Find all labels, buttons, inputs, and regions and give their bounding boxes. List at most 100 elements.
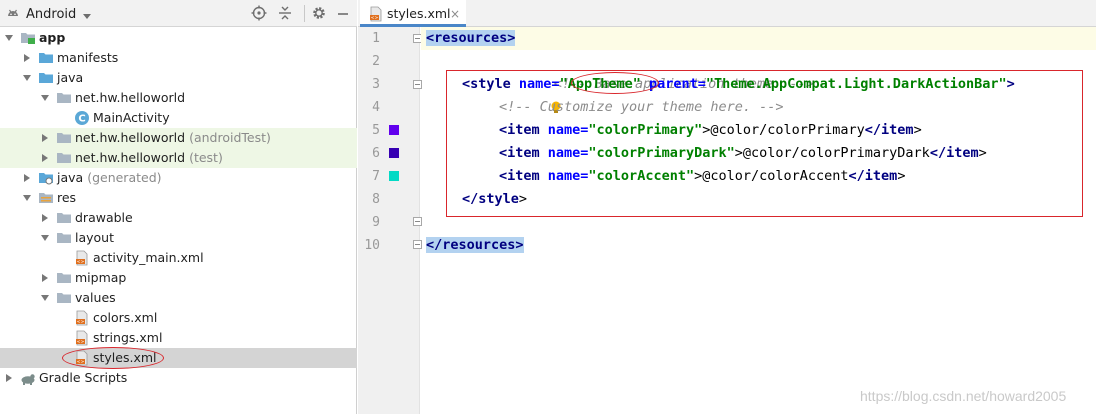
collapse-arrow-icon[interactable] (4, 373, 14, 383)
tree-item-label: res (57, 190, 77, 205)
tree-item-suffix: (androidTest) (189, 130, 271, 145)
color-swatch-accent[interactable] (389, 171, 399, 181)
tree-item-label: activity_main.xml (93, 250, 204, 265)
tree-item-strings-xml[interactable]: <> strings.xml (0, 328, 357, 348)
tab-styles-xml[interactable]: <> styles.xml × (360, 0, 466, 27)
tree-item-manifests[interactable]: manifests (0, 48, 357, 68)
resources-close-tag: </resources> (426, 237, 524, 253)
resources-open-tag: <resources> (426, 30, 516, 46)
collapse-arrow-icon[interactable] (40, 213, 50, 223)
line-number: 5 (372, 123, 380, 138)
expand-arrow-icon[interactable] (40, 93, 50, 103)
tree-item-java[interactable]: java (0, 68, 357, 88)
hide-panel-icon[interactable] (334, 4, 352, 22)
gear-icon[interactable] (310, 4, 328, 22)
color-swatch-primary-dark[interactable] (389, 148, 399, 158)
tree-item-label: mipmap (75, 270, 127, 285)
chevron-down-icon (82, 9, 92, 19)
folder-icon (57, 273, 71, 283)
tree-item-label: values (75, 290, 116, 305)
tree-item-app[interactable]: app (0, 28, 357, 48)
class-icon: C (75, 111, 89, 125)
tree-item-label: net.hw.helloworld (75, 150, 186, 165)
source-folder-icon (39, 73, 53, 83)
line-number: 9 (372, 215, 380, 230)
android-icon (6, 7, 20, 21)
color-swatch-primary[interactable] (389, 125, 399, 135)
line-number: 7 (372, 169, 380, 184)
resource-folder-icon (39, 193, 53, 203)
tree-item-styles-xml[interactable]: <> styles.xml (0, 348, 357, 368)
tree-item-label: strings.xml (93, 330, 163, 345)
tree-item-label: net.hw.helloworld (75, 130, 186, 145)
view-selector[interactable]: Android (6, 5, 92, 23)
line-number: 3 (372, 77, 380, 92)
package-folder-icon (57, 93, 71, 103)
tree-item-suffix: (generated) (87, 170, 162, 185)
close-icon[interactable]: × (450, 7, 460, 21)
editor-tab-bar: <> styles.xml × (358, 0, 1096, 27)
package-folder-icon (57, 133, 71, 143)
tree-item-mainactivity[interactable]: C MainActivity (0, 108, 357, 128)
tree-item-activity-main-xml[interactable]: <> activity_main.xml (0, 248, 357, 268)
folder-icon (39, 53, 53, 63)
line-gutter: 1 2 3 4 5 6 7 8 9 10 (358, 27, 422, 414)
project-toolbar: Android (0, 0, 357, 27)
annotation-highlight-box (446, 70, 1083, 217)
tree-item-res[interactable]: res (0, 188, 357, 208)
tree-item-label: MainActivity (93, 110, 170, 125)
expand-arrow-icon[interactable] (4, 33, 14, 43)
svg-text:<>: <> (77, 259, 85, 265)
tree-item-label: colors.xml (93, 310, 158, 325)
line-number: 6 (372, 146, 380, 161)
tree-item-colors-xml[interactable]: <> colors.xml (0, 308, 357, 328)
line-number: 4 (372, 100, 380, 115)
svg-text:<>: <> (77, 339, 85, 345)
svg-text:<>: <> (371, 15, 379, 21)
tree-item-gradle-scripts[interactable]: Gradle Scripts (0, 368, 357, 388)
xml-file-icon: <> (76, 250, 88, 266)
expand-arrow-icon[interactable] (40, 293, 50, 303)
locate-icon[interactable] (250, 4, 268, 22)
package-folder-icon (57, 153, 71, 163)
tree-item-label: app (39, 30, 66, 45)
tree-item-mipmap[interactable]: mipmap (0, 268, 357, 288)
tree-item-label: drawable (75, 210, 133, 225)
code-line-1: <resources> (426, 27, 516, 50)
module-folder-icon (21, 33, 35, 44)
collapse-arrow-icon[interactable] (40, 273, 50, 283)
toolbar-divider (304, 5, 305, 22)
gradle-icon (21, 374, 35, 385)
folder-icon (57, 233, 71, 243)
xml-file-icon: <> (370, 6, 382, 22)
tree-item-package-test[interactable]: net.hw.helloworld (test) (0, 148, 357, 168)
collapse-arrow-icon[interactable] (40, 153, 50, 163)
line-number: 8 (372, 192, 380, 207)
collapse-arrow-icon[interactable] (22, 53, 32, 63)
folder-icon (57, 293, 71, 303)
collapse-all-icon[interactable] (276, 4, 294, 22)
tree-item-label: Gradle Scripts (39, 370, 128, 385)
line-number: 1 (372, 31, 380, 46)
tree-item-java-generated[interactable]: java (generated) (0, 168, 357, 188)
tree-item-layout[interactable]: layout (0, 228, 357, 248)
line-number: 10 (364, 238, 380, 253)
tab-label: styles.xml (387, 6, 451, 21)
expand-arrow-icon[interactable] (22, 193, 32, 203)
tree-item-label: net.hw.helloworld (75, 90, 186, 105)
expand-arrow-icon[interactable] (40, 233, 50, 243)
tree-item-suffix: (test) (189, 150, 223, 165)
tree-item-package-androidtest[interactable]: net.hw.helloworld (androidTest) (0, 128, 357, 148)
svg-text:<>: <> (77, 319, 85, 325)
tree-item-package[interactable]: net.hw.helloworld (0, 88, 357, 108)
collapse-arrow-icon[interactable] (40, 133, 50, 143)
tree-item-label: java (57, 170, 84, 185)
tree-item-values[interactable]: values (0, 288, 357, 308)
tree-item-drawable[interactable]: drawable (0, 208, 357, 228)
tree-item-label: manifests (57, 50, 119, 65)
folder-icon (57, 213, 71, 223)
project-panel: Android app manifests java net.hw.hellow… (0, 0, 357, 414)
expand-arrow-icon[interactable] (22, 73, 32, 83)
line-number: 2 (372, 54, 380, 69)
collapse-arrow-icon[interactable] (22, 173, 32, 183)
